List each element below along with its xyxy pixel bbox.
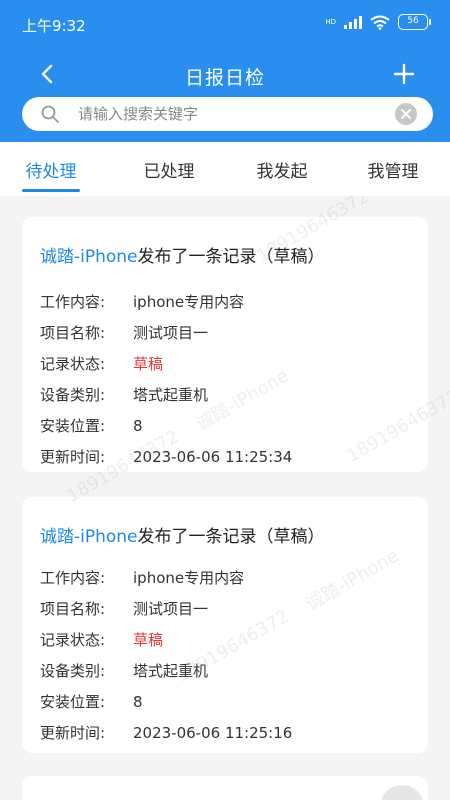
field-label: 安装位置: [40,417,106,435]
field-row: 记录状态: 草稿 [40,353,163,374]
field-label: 工作内容: [40,569,106,587]
field-row: 安装位置: 8 [40,415,143,436]
field-row: 工作内容: iphone专用内容 [40,567,244,588]
status-bar: 上午9:32 HD 56 [0,0,450,50]
record-card[interactable]: 诚踏-iPhone发布了一条记录（草稿） 工作内容: iphone专用内容 项目名… [22,497,428,753]
search-input[interactable] [78,97,378,131]
hd-icon: HD [325,17,336,26]
field-row: 设备类别: 塔式起重机 [40,660,208,681]
card-title: 诚踏-iPhone发布了一条记录（草稿） [40,522,325,547]
field-label: 更新时间: [40,724,106,742]
tab-initiated[interactable]: 我发起 [227,157,337,182]
clear-icon[interactable] [395,103,417,125]
field-row: 工作内容: iphone专用内容 [40,291,244,312]
field-label: 工作内容: [40,293,106,311]
record-list: 诚踏-iPhone发布了一条记录（草稿） 工作内容: iphone专用内容 项目名… [0,196,450,800]
field-value: 8 [133,693,143,711]
field-label: 设备类别: [40,386,106,404]
field-row: 项目名称: 测试项目一 [40,322,208,343]
card-title: 诚踏-iPhone发布了一条记录（草稿） [40,242,325,267]
wifi-icon [370,15,390,30]
field-value: 8 [133,417,143,435]
field-label: 更新时间: [40,448,106,466]
page-title: 日报日检 [184,67,265,89]
field-value: 测试项目一 [133,600,209,618]
card-author[interactable]: 诚踏-iPhone [40,247,138,267]
tab-bar: 待处理 已处理 我发起 我管理 [0,142,450,196]
nav-bar: 日报日检 [0,55,450,95]
record-card[interactable]: 诚踏-iPhone发布了一条记录（草稿） 工作内容: iphone专用内容 项目名… [22,217,428,472]
field-value: 塔式起重机 [133,386,209,404]
field-value: 2023-06-06 11:25:16 [133,724,293,742]
header: 上午9:32 HD 56 日报日检 [0,0,450,142]
field-row: 项目名称: 测试项目一 [40,598,208,619]
signal-icon [344,15,362,29]
search-bar [22,97,433,131]
battery-icon: 56 [398,14,431,30]
field-value: 塔式起重机 [133,662,209,680]
status-icons: HD 56 [325,14,431,30]
tab-pending[interactable]: 待处理 [0,157,106,182]
field-row: 安装位置: 8 [40,691,143,712]
card-title-text: 发布了一条记录（草稿） [137,247,325,267]
tab-underline [22,189,80,192]
status-value: 草稿 [133,631,164,649]
card-author[interactable]: 诚踏-iPhone [40,527,138,547]
card-title-text: 发布了一条记录（草稿） [137,527,325,547]
add-icon[interactable] [392,62,416,86]
field-row: 更新时间: 2023-06-06 11:25:16 [40,722,292,743]
field-label: 项目名称: [40,600,106,618]
field-row: 更新时间: 2023-06-06 11:25:34 [40,446,292,467]
field-value: iphone专用内容 [133,569,245,587]
field-row: 设备类别: 塔式起重机 [40,384,208,405]
status-time: 上午9:32 [22,17,86,35]
tab-processed[interactable]: 已处理 [114,157,224,182]
record-card[interactable] [22,776,428,800]
field-row: 记录状态: 草稿 [40,629,163,650]
field-value: 2023-06-06 11:25:34 [133,448,293,466]
status-value: 草稿 [133,355,164,373]
field-label: 设备类别: [40,662,106,680]
search-icon [41,105,59,123]
field-value: iphone专用内容 [133,293,245,311]
field-value: 测试项目一 [133,324,209,342]
tab-managed[interactable]: 我管理 [338,157,448,182]
field-label: 记录状态: [40,631,106,649]
field-label: 记录状态: [40,355,106,373]
field-label: 安装位置: [40,693,106,711]
field-label: 项目名称: [40,324,106,342]
